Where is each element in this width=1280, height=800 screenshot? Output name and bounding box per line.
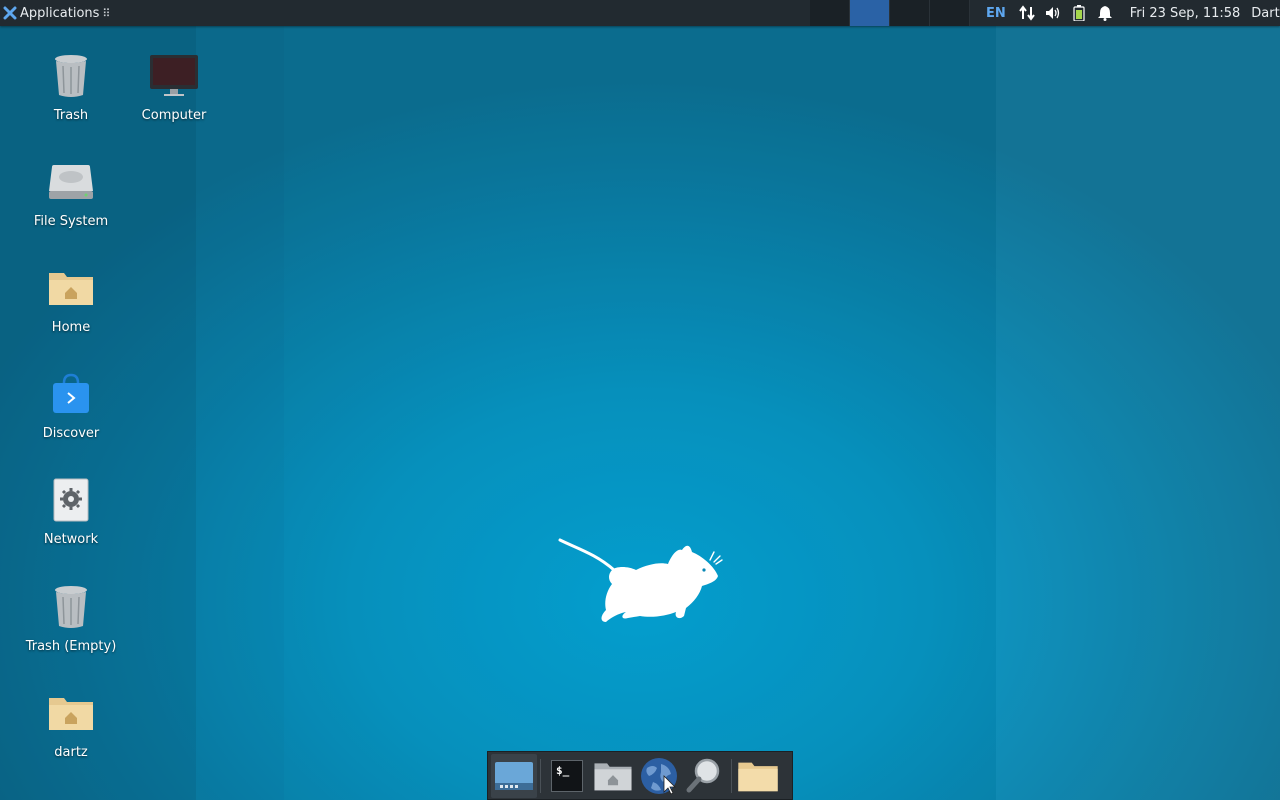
menu-handle-icon: ⠿ [102, 6, 111, 20]
desktop-icon-network[interactable]: Network [21, 474, 121, 547]
dock-web-browser[interactable] [636, 754, 682, 798]
desktop-icon-label: File System [33, 214, 109, 229]
desktop-icon-label: Discover [42, 426, 100, 441]
home-folder-icon [45, 687, 97, 739]
desktop[interactable]: Trash Computer File System Home Discover… [0, 0, 1280, 800]
workspace-4[interactable] [930, 0, 970, 26]
desktop-icon-trash[interactable]: Trash [21, 50, 121, 123]
desktop-icon-trash-empty[interactable]: Trash (Empty) [21, 581, 121, 654]
gear-icon [45, 474, 97, 526]
wallpaper-stripe [284, 0, 996, 800]
network-arrows-icon[interactable] [1018, 5, 1035, 21]
notification-bell-icon[interactable] [1097, 5, 1113, 21]
keyboard-layout-indicator[interactable]: EN [986, 6, 1006, 21]
drive-icon [45, 156, 97, 208]
desktop-icon-label: Trash (Empty) [25, 639, 117, 654]
desktop-icon-home[interactable]: Home [21, 262, 121, 335]
desktop-icon-label: Home [51, 320, 91, 335]
battery-icon[interactable] [1071, 5, 1087, 21]
dock-terminal[interactable]: $_ [544, 754, 590, 798]
user-menu[interactable]: Dartz [1251, 6, 1280, 21]
xfce-mouse-logo [558, 538, 723, 622]
dock-separator [540, 758, 541, 793]
home-folder-icon [45, 262, 97, 314]
dock-file-manager[interactable] [590, 754, 636, 798]
volume-icon[interactable] [1045, 5, 1061, 21]
desktop-icon-label: dartz [54, 745, 88, 760]
globe-icon [641, 757, 677, 795]
xfce-logo-icon [3, 6, 17, 20]
discover-icon [45, 368, 97, 420]
workspace-1[interactable] [810, 0, 850, 26]
desktop-icon-label: Computer [141, 108, 207, 123]
folder-icon [738, 762, 778, 791]
workspace-3[interactable] [890, 0, 930, 26]
workspace-2[interactable] [850, 0, 890, 26]
wallpaper-stripe [996, 0, 1280, 800]
computer-icon [148, 50, 200, 102]
trash-icon [45, 581, 97, 633]
dock-show-desktop[interactable] [491, 753, 537, 798]
dock: $_ [487, 751, 793, 800]
dock-folder[interactable] [735, 754, 781, 798]
trash-icon [45, 50, 97, 102]
desktop-icon-dartz[interactable]: dartz [21, 687, 121, 760]
top-panel: Applications ⠿ EN Fri 23 Sep, 11:58 Dart [0, 0, 1280, 26]
workspace-switcher [810, 0, 970, 26]
applications-menu-label: Applications [20, 5, 100, 21]
dock-separator [731, 758, 732, 793]
desktop-icon-discover[interactable]: Discover [21, 368, 121, 441]
desktop-icon-label: Network [43, 532, 99, 547]
desktop-icon-file-system[interactable]: File System [21, 156, 121, 229]
desktop-icon-label: Trash [53, 108, 89, 123]
dock-app-finder[interactable] [682, 754, 728, 798]
desktop-icon-computer[interactable]: Computer [124, 50, 224, 123]
clock[interactable]: Fri 23 Sep, 11:58 [1130, 6, 1241, 21]
magnifier-icon [686, 758, 720, 792]
show-desktop-icon [495, 761, 533, 790]
terminal-icon: $_ [551, 759, 583, 792]
home-folder-icon [594, 762, 632, 790]
system-tray: EN Fri 23 Sep, 11:58 Dart [986, 0, 1280, 26]
applications-menu-button[interactable]: Applications ⠿ [0, 0, 114, 26]
